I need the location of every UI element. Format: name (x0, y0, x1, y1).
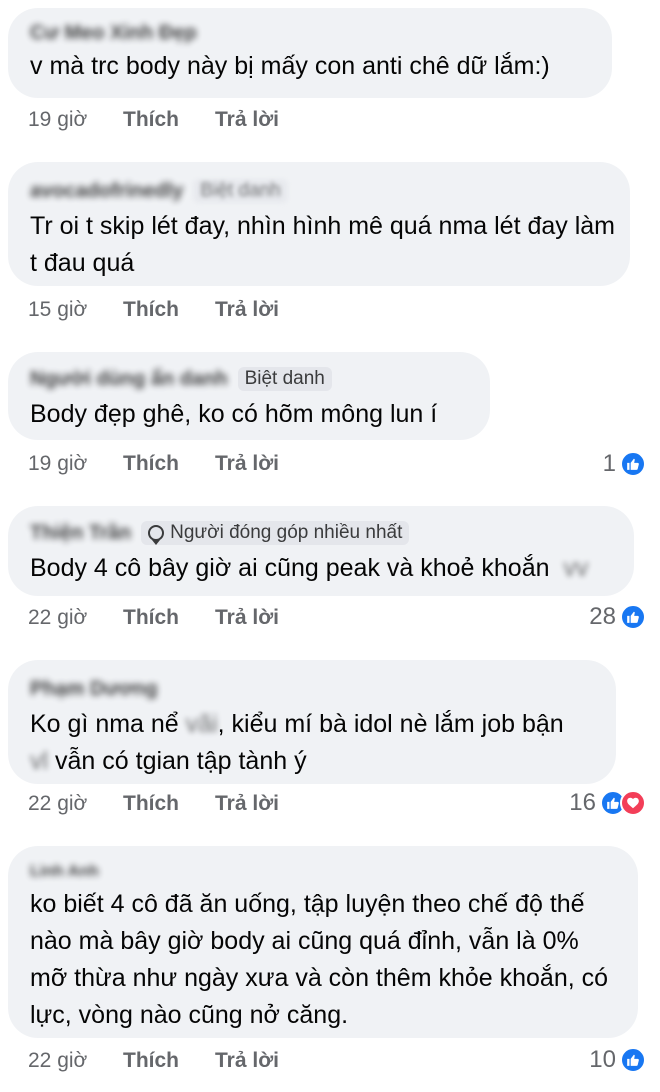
comment-actions: 22 giờ Thích Trả lời (28, 606, 279, 630)
reaction-count: 1 (602, 450, 616, 477)
comment-actions: 15 giờ Thích Trả lời (28, 298, 279, 322)
author-row: Linh Anh (30, 862, 616, 882)
blurred-word: vl (30, 747, 49, 775)
like-button[interactable]: Thích (123, 298, 215, 322)
comment-time[interactable]: 19 giờ (28, 452, 123, 476)
thumbs-up-icon (620, 1047, 646, 1073)
comment-bubble: Linh Anh ko biết 4 cô đã ăn uống, tập lu… (8, 846, 638, 1038)
reaction-count: 10 (589, 1046, 616, 1073)
comment-actions: 22 giờ Thích Trả lời (28, 792, 279, 816)
reply-button[interactable]: Trả lời (215, 298, 279, 322)
reply-button[interactable]: Trả lời (215, 792, 279, 816)
comment-text-part: vẫn có tgian tập tành ý (55, 747, 307, 775)
badge-label: Người đóng góp nhiều nhất (170, 522, 403, 543)
nickname-badge: Biệt danh (237, 367, 332, 391)
reply-button[interactable]: Trả lời (215, 606, 279, 630)
comment-text: Body 4 cô bây giờ ai cũng peak và khoẻ k… (30, 550, 612, 587)
comment-text: v mà trc body này bị mấy con anti chê dữ… (30, 52, 550, 80)
author-name[interactable]: Người dùng ẩn danh (30, 368, 228, 391)
comment-actions: 19 giờ Thích Trả lời (28, 108, 279, 132)
comment-bubble: Phạm Dương Ko gì nma nể vãi, kiểu mí bà … (8, 660, 616, 784)
comment-text: ko biết 4 cô đã ăn uống, tập luyện theo … (30, 890, 609, 1029)
comment-bubble: Cư Meo Xinh Đẹp v mà trc body này bị mấy… (8, 8, 612, 98)
reply-button[interactable]: Trả lời (215, 452, 279, 476)
like-button[interactable]: Thích (123, 792, 215, 816)
author-row: Cư Meo Xinh Đẹp (30, 22, 590, 44)
comment-text-part: kiểu mí bà idol nè lắm job bận (231, 710, 564, 738)
author-row: Thiện Trần Người đóng góp nhiều nhất (30, 520, 612, 546)
like-button[interactable]: Thích (123, 108, 215, 132)
blurred-emoji: vv (556, 554, 596, 582)
comment-time[interactable]: 15 giờ (28, 298, 123, 322)
comment: Phạm Dương Ko gì nma nể vãi, kiểu mí bà … (8, 660, 616, 784)
thumbs-up-icon (620, 451, 646, 477)
comment: Thiện Trần Người đóng góp nhiều nhất Bod… (8, 506, 634, 596)
reaction-summary[interactable]: 10 (589, 1046, 646, 1074)
reaction-summary[interactable]: 1 (603, 450, 646, 478)
comment-actions: 22 giờ Thích Trả lời (28, 1049, 279, 1073)
blurred-word: vãi (185, 710, 218, 738)
author-name[interactable]: Linh Anh (30, 863, 99, 881)
comment: avocadofrinedly Biệt danh Tr oi t skip l… (8, 162, 630, 286)
author-row: Người dùng ẩn danh Biệt danh (30, 366, 468, 392)
thumbs-up-icon (620, 604, 646, 630)
comment-text: Body đẹp ghê, ko có hõm mông lun í (30, 400, 438, 428)
comment-time[interactable]: 22 giờ (28, 606, 123, 630)
comment-time[interactable]: 19 giờ (28, 108, 123, 132)
comment-bubble: avocadofrinedly Biệt danh Tr oi t skip l… (8, 162, 630, 286)
top-contributor-icon (148, 525, 165, 545)
author-name[interactable]: Phạm Dương (30, 678, 158, 701)
reaction-count: 16 (569, 789, 596, 816)
reaction-summary[interactable]: 16 (569, 789, 646, 817)
author-row: avocadofrinedly Biệt danh (30, 178, 608, 204)
comment: Linh Anh ko biết 4 cô đã ăn uống, tập lu… (8, 846, 638, 1038)
reaction-summary[interactable]: 28 (589, 603, 646, 631)
comment-bubble: Người dùng ẩn danh Biệt danh Body đẹp gh… (8, 352, 490, 440)
comment-text-part: Ko gì nma nể (30, 710, 179, 738)
comment: Cư Meo Xinh Đẹp v mà trc body này bị mấy… (8, 8, 612, 98)
comment-time[interactable]: 22 giờ (28, 792, 123, 816)
heart-icon (620, 790, 646, 816)
author-name[interactable]: Thiện Trần (30, 522, 131, 545)
comment: Người dùng ẩn danh Biệt danh Body đẹp gh… (8, 352, 490, 440)
comment-actions: 19 giờ Thích Trả lời (28, 452, 279, 476)
nickname-badge: Biệt danh (193, 179, 288, 203)
like-button[interactable]: Thích (123, 1049, 215, 1073)
top-contributor-badge: Người đóng góp nhiều nhất (141, 521, 410, 545)
comment-text: Ko gì nma nể vãi, kiểu mí bà idol nè lắm… (30, 706, 594, 780)
comment-text-body: Body 4 cô bây giờ ai cũng peak và khoẻ k… (30, 554, 550, 582)
author-row: Phạm Dương (30, 676, 594, 702)
reaction-count: 28 (589, 603, 616, 630)
like-button[interactable]: Thích (123, 452, 215, 476)
comment-bubble: Thiện Trần Người đóng góp nhiều nhất Bod… (8, 506, 634, 596)
author-name[interactable]: Cư Meo Xinh Đẹp (30, 22, 197, 45)
reply-button[interactable]: Trả lời (215, 108, 279, 132)
comment-time[interactable]: 22 giờ (28, 1049, 123, 1073)
author-name[interactable]: avocadofrinedly (30, 180, 183, 203)
like-button[interactable]: Thích (123, 606, 215, 630)
reply-button[interactable]: Trả lời (215, 1049, 279, 1073)
comment-text: Tr oi t skip lét đay, nhìn hình mê quá n… (30, 212, 616, 277)
